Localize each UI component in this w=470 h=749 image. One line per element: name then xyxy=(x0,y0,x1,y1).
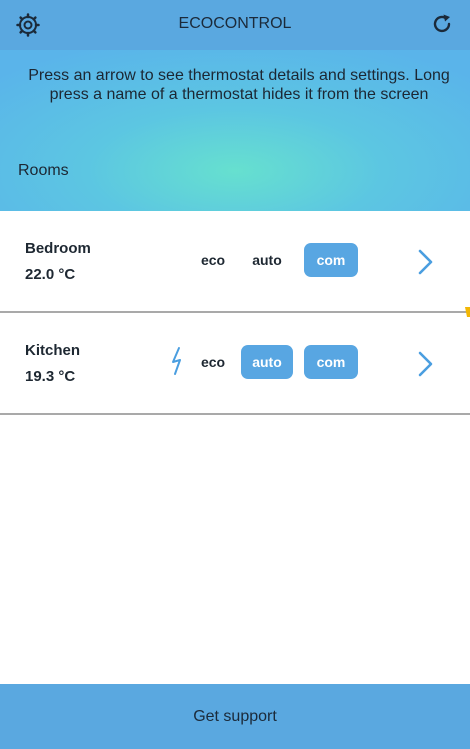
app-title: ECOCONTROL xyxy=(178,15,292,32)
room-temperature: 19.3 °C xyxy=(25,368,76,385)
room-name[interactable]: Kitchen xyxy=(25,342,80,359)
app-bar: ECOCONTROL xyxy=(0,0,470,50)
mode-auto-button[interactable]: auto xyxy=(241,243,293,277)
mode-com-button[interactable]: com xyxy=(304,345,358,379)
instructions-text: Press an arrow to see thermostat details… xyxy=(28,67,450,103)
edge-marker xyxy=(464,304,470,317)
info-panel: Press an arrow to see thermostat details… xyxy=(0,50,470,211)
room-row-bedroom: Bedroom 22.0 °C eco auto com xyxy=(0,211,470,311)
mode-auto-button[interactable]: auto xyxy=(241,345,293,379)
room-temperature: 22.0 °C xyxy=(25,266,76,283)
row-divider xyxy=(0,413,470,415)
room-name[interactable]: Bedroom xyxy=(25,240,91,257)
room-row-kitchen: Kitchen 19.3 °C eco auto com xyxy=(0,313,470,413)
chevron-right-icon[interactable] xyxy=(412,349,438,379)
chevron-right-icon[interactable] xyxy=(412,247,438,277)
refresh-icon[interactable] xyxy=(430,12,454,36)
mode-eco-button[interactable]: eco xyxy=(193,243,233,277)
rooms-heading: Rooms xyxy=(18,162,69,179)
lightning-bolt-icon xyxy=(170,346,184,376)
mode-eco-button[interactable]: eco xyxy=(193,345,233,379)
mode-com-button[interactable]: com xyxy=(304,243,358,277)
get-support-button[interactable]: Get support xyxy=(0,684,470,749)
